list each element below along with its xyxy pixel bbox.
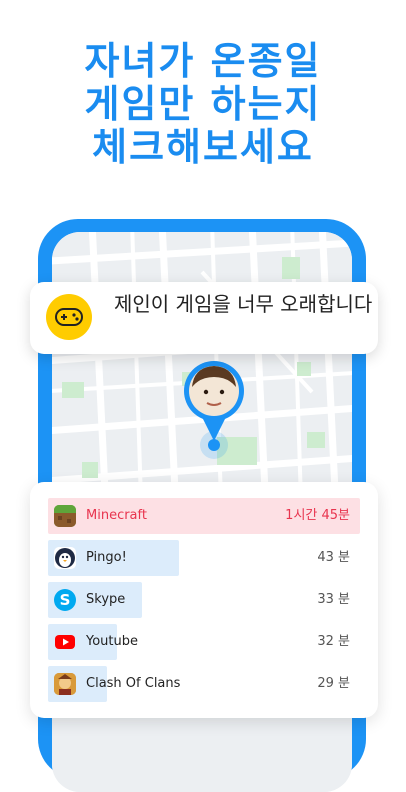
headline-line-1: 자녀가 온종일 [84,39,322,83]
app-name: Minecraft [86,508,147,523]
app-name: Youtube [86,634,138,649]
app-time: 1시간 45분 [285,508,350,523]
app-name: Clash Of Clans [86,676,181,691]
minecraft-icon [54,505,76,527]
app-row-clash-of-clans[interactable]: Clash Of Clans 29 분 [48,666,360,702]
headline-line-3: 체크해보세요 [92,125,314,169]
app-time: 29 분 [317,676,350,691]
app-row-skype[interactable]: S Skype 33 분 [48,582,360,618]
headline-line-2: 게임만 하는지 [84,82,322,126]
headline: 자녀가 온종일 게임만 하는지 체크해보세요 [0,40,406,169]
app-usage-card: Minecraft 1시간 45분 Pingo! 43 분 S Skype 33… [30,482,378,718]
gamepad-icon [46,294,92,340]
app-name: Pingo! [86,550,127,565]
alert-notification[interactable]: 제인이 게임을 너무 오래합니다 [30,282,378,354]
app-time: 33 분 [317,592,350,607]
app-row-youtube[interactable]: Youtube 32 분 [48,624,360,660]
alert-message: 제인이 게임을 너무 오래합니다 [114,292,373,316]
app-time: 32 분 [317,634,350,649]
app-time: 43 분 [317,550,350,565]
app-row-pingo[interactable]: Pingo! 43 분 [48,540,360,576]
child-location-pin[interactable] [180,359,248,459]
pingo-icon [54,547,76,569]
clash-of-clans-icon [54,673,76,695]
skype-icon: S [54,589,76,611]
youtube-icon [54,631,76,653]
app-name: Skype [86,592,126,607]
app-row-minecraft[interactable]: Minecraft 1시간 45분 [48,498,360,534]
